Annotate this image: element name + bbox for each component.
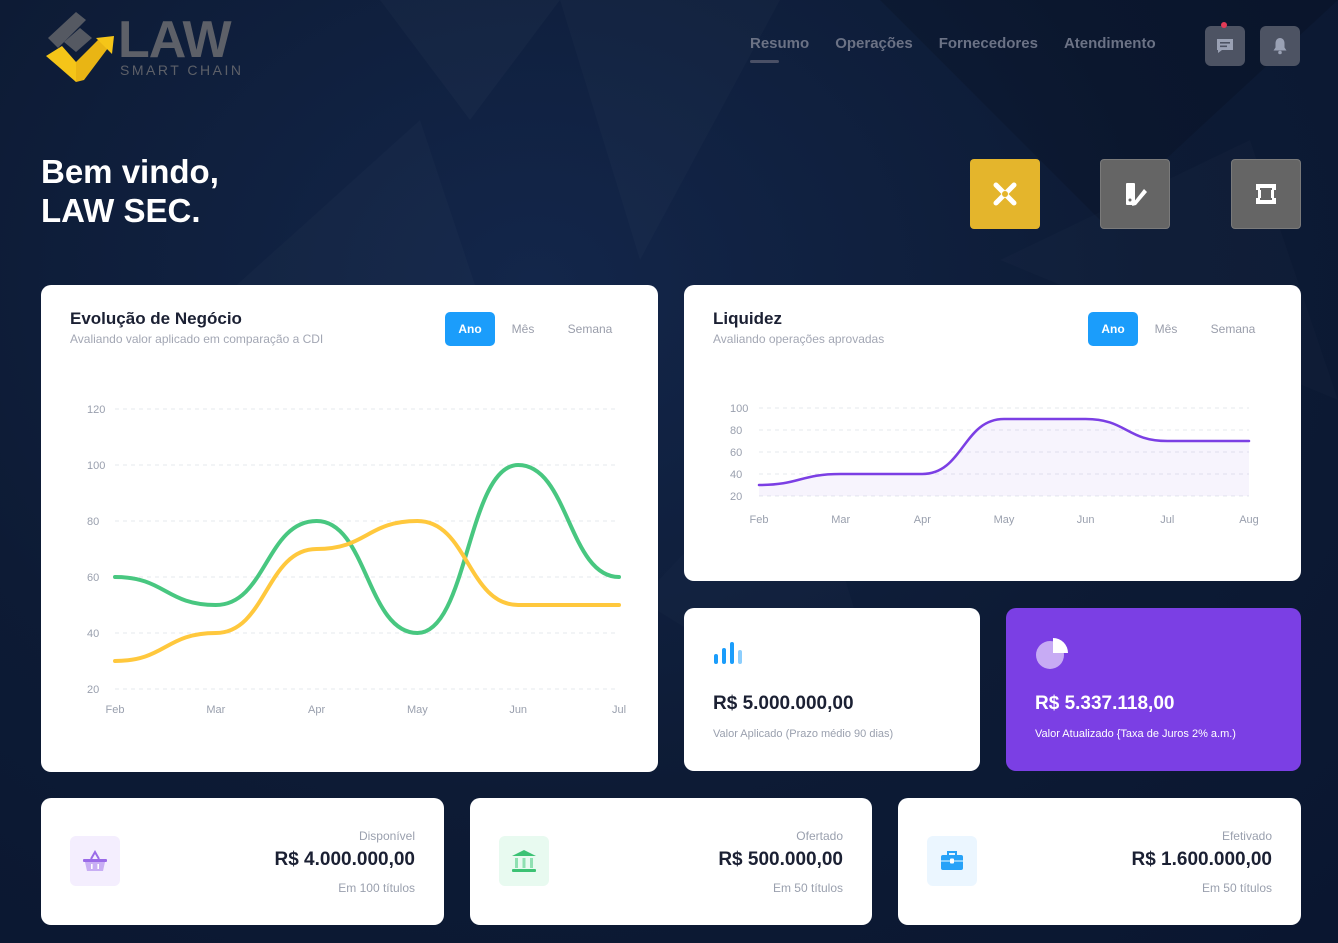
summary-label: Ofertado [796, 829, 843, 843]
frame-icon [1256, 184, 1276, 204]
summary-count: Em 50 títulos [1201, 881, 1272, 895]
series-line [113, 518, 621, 663]
welcome-line-1: Bem vindo, [41, 153, 219, 190]
nav-atendimento[interactable]: Atendimento [1064, 35, 1156, 52]
y-tick-label: 120 [87, 404, 105, 416]
quick-action-frame[interactable] [1231, 159, 1301, 229]
stat-amount: R$ 5.337.118,00 [1035, 693, 1175, 714]
x-tick-label: May [994, 514, 1015, 526]
stat-description: Valor Aplicado (Prazo médio 90 dias) [713, 728, 894, 740]
quick-action-edit[interactable] [1100, 159, 1170, 229]
nav-fornecedores[interactable]: Fornecedores [939, 35, 1038, 52]
x-tick-label: Feb [106, 704, 125, 716]
bar-chart-icon [714, 642, 742, 664]
main-nav: Resumo Operações Fornecedores Atendiment… [750, 35, 1182, 63]
bell-icon [1273, 38, 1287, 55]
y-tick-label: 60 [730, 447, 742, 459]
summary-value: R$ 500.000,00 [718, 849, 843, 870]
brand-logo[interactable]: LAW SMART CHAIN [42, 10, 257, 86]
nav-resumo[interactable]: Resumo [750, 35, 809, 63]
summary-value: R$ 1.600.000,00 [1131, 849, 1272, 870]
y-tick-label: 40 [730, 469, 742, 481]
series-area [759, 419, 1249, 496]
x-tick-label: Mar [831, 514, 850, 526]
x-tick-label: Jun [509, 704, 527, 716]
x-tick-label: Apr [308, 704, 325, 716]
x-tick-label: May [407, 704, 428, 716]
x-tick-label: Mar [206, 704, 225, 716]
summary-card-efetivado[interactable]: Efetivado R$ 1.600.000,00 Em 50 títulos [898, 798, 1301, 925]
summary-count: Em 100 títulos [338, 881, 415, 895]
y-tick-label: 20 [730, 491, 742, 503]
notification-dot [1221, 22, 1227, 28]
evolucao-card: Evolução de Negócio Avaliando valor apli… [41, 285, 658, 772]
brand-tagline: SMART CHAIN [120, 62, 244, 78]
brand-name: LAW [118, 11, 232, 69]
summary-label: Disponível [358, 829, 415, 843]
stat-amount: R$ 5.000.000,00 [713, 693, 854, 714]
x-tick-label: Apr [914, 514, 931, 526]
briefcase-icon [941, 851, 963, 870]
summary-card-disponivel[interactable]: Disponível R$ 4.000.000,00 Em 100 título… [41, 798, 444, 925]
summary-label: Efetivado [1221, 829, 1272, 843]
notifications-button[interactable] [1260, 26, 1300, 66]
summary-count: Em 50 títulos [772, 881, 843, 895]
pie-chart-icon [1036, 638, 1068, 669]
close-x-icon [993, 182, 1017, 206]
summary-icon-box [927, 836, 977, 886]
summary-value: R$ 4.000.000,00 [274, 849, 415, 870]
x-tick-label: Jun [1077, 514, 1095, 526]
y-tick-label: 80 [730, 425, 742, 437]
valor-atualizado-card: R$ 5.337.118,00 Valor Atualizado {Taxa d… [1006, 608, 1301, 771]
x-tick-label: Feb [750, 514, 769, 526]
x-tick-label: Jul [1160, 514, 1174, 526]
bank-icon [512, 850, 536, 872]
x-tick-label: Aug [1239, 514, 1259, 526]
chat-icon [1217, 39, 1233, 53]
edit-document-icon [1126, 183, 1147, 206]
liquidez-area-chart: 20 40 60 80 100 Feb Mar Apr May Jun Jul Aug [730, 403, 1259, 526]
valor-aplicado-card: R$ 5.000.000,00 Valor Aplicado (Prazo mé… [684, 608, 980, 771]
y-tick-label: 100 [87, 460, 105, 472]
summary-card-ofertado[interactable]: Ofertado R$ 500.000,00 Em 50 títulos [470, 798, 872, 925]
summary-icon-box [499, 836, 549, 886]
y-tick-label: 20 [87, 684, 99, 696]
x-tick-label: Jul [612, 704, 626, 716]
logo-mark-icon [46, 12, 114, 82]
summary-icon-box [70, 836, 120, 886]
y-tick-label: 40 [87, 628, 99, 640]
series-line [113, 462, 621, 636]
y-tick-label: 100 [730, 403, 748, 415]
liquidez-card: Liquidez Avaliando operações aprovadas A… [684, 285, 1301, 581]
stat-description: Valor Atualizado {Taxa de Juros 2% a.m.) [1035, 728, 1236, 740]
messages-button[interactable] [1205, 22, 1245, 66]
nav-operacoes[interactable]: Operações [835, 35, 913, 52]
welcome-user-name: LAW SEC. [41, 192, 201, 229]
welcome-heading: Bem vindo, LAW SEC. [41, 152, 219, 230]
y-tick-label: 80 [87, 516, 99, 528]
y-tick-label: 60 [87, 572, 99, 584]
quick-action-close[interactable] [970, 159, 1040, 229]
basket-icon [83, 850, 107, 871]
evolucao-line-chart: 20 40 60 80 100 120 Feb Mar Apr May Jun Jul [87, 404, 626, 716]
